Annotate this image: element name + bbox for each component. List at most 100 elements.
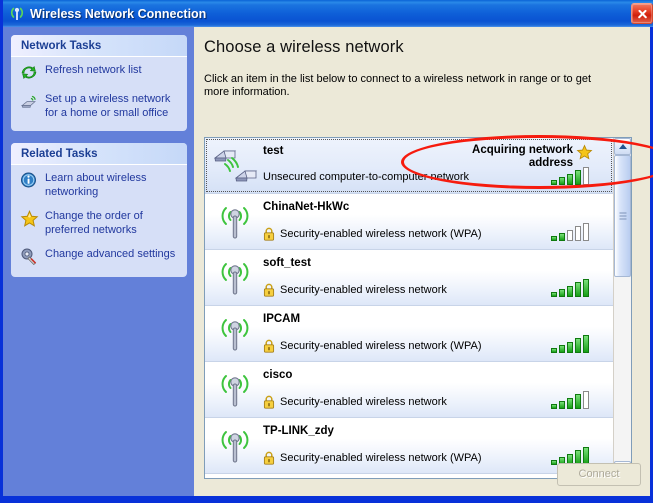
sidebar-item-change-order-of-preferred-networks[interactable]: Change the order of preferred networks [20,210,179,237]
signal-bar [583,223,589,241]
network-ssid: IPCAM [263,313,301,325]
network-ssid: test [263,145,284,157]
signal-bar [551,404,557,409]
signal-bar [583,167,589,185]
network-ssid: soft_test [263,257,311,269]
signal-bar [559,232,565,241]
network-security-line: Security-enabled wireless network (WPA) [263,227,482,241]
wireless-network-list: test Unsecured computer-to-computer netwo… [204,137,632,479]
network-list-rows: test Unsecured computer-to-computer netwo… [205,138,613,478]
title-bar-buttons [631,3,653,24]
lock-icon [263,451,275,465]
signal-strength-indicator [551,335,595,353]
signal-bar [567,229,573,241]
access-point-icon [213,259,257,299]
window-title: Wireless Network Connection [30,6,207,21]
instruction-text: Click an item in the list below to conne… [204,73,592,98]
signal-bar [575,338,581,353]
lock-icon [263,339,275,353]
sidebar-item-learn-about-wireless-networking[interactable]: Learn about wireless networking [20,172,179,199]
network-tasks-panel: Network Tasks Refresh network list Set u… [11,35,187,131]
lock-icon [263,395,275,409]
scrollbar-track[interactable] [614,155,631,461]
related-tasks-header: Related Tasks [11,143,187,165]
signal-bar [559,288,565,297]
close-icon[interactable] [631,3,653,24]
network-list-scrollbar[interactable] [613,138,631,478]
wrench-icon [20,248,42,266]
network-security-line: Security-enabled wireless network (WPA) [263,339,482,353]
signal-bar [567,285,573,297]
signal-strength-indicator [551,167,595,185]
signal-bar [583,391,589,409]
network-security-label: Security-enabled wireless network (WPA) [280,228,482,240]
adhoc-computer-to-computer-icon [213,147,258,187]
sidebar-item-set-up-wireless-network[interactable]: Set up a wireless network for a home or … [20,93,179,120]
signal-bar [551,236,557,241]
network-list-item[interactable]: soft_test Security-enabled wireless netw… [205,250,613,306]
task-sidebar: Network Tasks Refresh network list Set u… [3,27,194,496]
scrollbar-thumb[interactable] [614,155,631,278]
access-point-icon [213,203,257,243]
wireless-network-connection-window: Wireless Network Connection Network Task… [0,0,653,503]
network-ssid: cisco [263,369,293,381]
network-list-item[interactable]: ChinaNet-HkWc Security-enabled wireless … [205,194,613,250]
signal-strength-indicator [551,223,595,241]
access-point-icon [213,371,257,411]
signal-bar [551,292,557,297]
network-security-label: Unsecured computer-to-computer network [263,171,470,183]
sidebar-item-label: Learn about wireless networking [45,172,147,198]
signal-bar [559,400,565,409]
wireless-signal-icon [7,4,27,24]
main-content: Choose a wireless network Click an item … [194,27,653,496]
signal-bar [551,180,557,185]
signal-bar [551,348,557,353]
signal-bar [567,397,573,409]
network-security-line: Security-enabled wireless network [263,395,447,409]
network-ssid: ChinaNet-HkWc [263,201,350,213]
signal-bar [575,282,581,297]
signal-bar [575,170,581,185]
network-security-label: Security-enabled wireless network (WPA) [280,452,482,464]
network-list-item[interactable]: TP-LINK_zdy Security-enabled wireless ne… [205,418,613,474]
sidebar-item-label: Set up a wireless network for a home or … [45,93,171,119]
network-security-label: Security-enabled wireless network [280,396,447,408]
star-icon [20,210,42,228]
access-point-icon [213,427,257,467]
info-icon [20,172,42,190]
network-tasks-body: Refresh network list Set up a wireless n… [11,57,187,131]
signal-strength-indicator [551,279,595,297]
lock-icon [263,227,275,241]
signal-bar [583,335,589,353]
network-security-line: Security-enabled wireless network (WPA) [263,451,482,465]
network-list-item[interactable]: IPCAM Security-enabled wireless network … [205,306,613,362]
related-tasks-body: Learn about wireless networking Change t… [11,165,187,277]
network-ssid: TP-LINK_zdy [263,425,334,437]
preferred-network-star-icon [576,144,593,161]
sidebar-item-label: Change the order of preferred networks [45,210,143,236]
network-list-item[interactable]: cisco Security-enabled wireless network [205,362,613,418]
sidebar-item-change-advanced-settings[interactable]: Change advanced settings [20,248,179,266]
title-bar: Wireless Network Connection [3,0,653,27]
refresh-icon [20,64,42,82]
page-title: Choose a wireless network [204,38,404,56]
connect-button[interactable]: Connect [557,463,641,486]
network-security-line: Unsecured computer-to-computer network [263,171,469,183]
sidebar-item-refresh-network-list[interactable]: Refresh network list [20,64,179,82]
sidebar-item-label: Refresh network list [45,64,142,76]
signal-strength-indicator [551,391,595,409]
access-point-icon [213,315,257,355]
network-tasks-header: Network Tasks [11,35,187,57]
sidebar-item-label: Change advanced settings [45,248,176,260]
network-security-label: Security-enabled wireless network [280,284,447,296]
signal-bar [567,173,573,185]
signal-bar [559,344,565,353]
network-security-label: Security-enabled wireless network (WPA) [280,340,482,352]
network-list-item[interactable]: test Unsecured computer-to-computer netwo… [205,138,613,194]
network-security-line: Security-enabled wireless network [263,283,447,297]
related-tasks-panel: Related Tasks Learn about wireless netwo… [11,143,187,277]
scrollbar-grip-icon [619,212,626,220]
lock-icon [263,283,275,297]
scroll-up-icon[interactable] [614,138,631,155]
window-body: Network Tasks Refresh network list Set u… [3,27,653,496]
